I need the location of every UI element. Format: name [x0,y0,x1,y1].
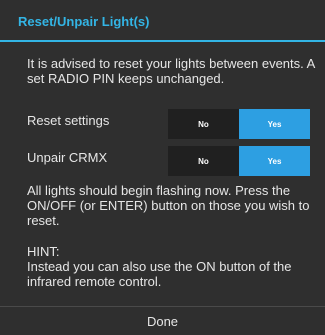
reset-unpair-dialog: Reset/Unpair Light(s) It is advised to r… [0,0,325,335]
dialog-title: Reset/Unpair Light(s) [18,14,150,29]
title-divider [0,40,325,42]
reset-settings-toggle: No Yes [168,109,310,139]
unpair-crmx-label: Unpair CRMX [27,150,108,165]
unpair-crmx-no-button[interactable]: No [168,146,239,176]
hint-text: Instead you can also use the ON button o… [27,259,292,289]
reset-settings-label: Reset settings [27,113,110,128]
hint-block: HINT: Instead you can also use the ON bu… [27,244,319,289]
hint-heading: HINT: [27,244,60,259]
reset-settings-yes-button[interactable]: Yes [239,109,310,139]
done-button[interactable]: Done [0,307,325,335]
flashing-instructions: All lights should begin flashing now. Pr… [27,183,310,228]
unpair-crmx-toggle: No Yes [168,146,310,176]
reset-settings-no-button[interactable]: No [168,109,239,139]
unpair-crmx-yes-button[interactable]: Yes [239,146,310,176]
intro-text: It is advised to reset your lights betwe… [27,56,315,86]
